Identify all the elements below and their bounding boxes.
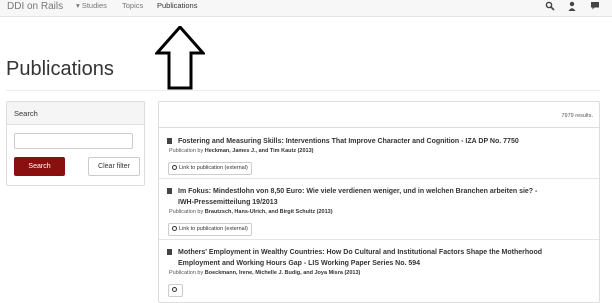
external-link-button[interactable]: Link to publication (external) xyxy=(168,223,252,236)
item-divider xyxy=(159,178,599,179)
link-icon xyxy=(172,165,177,170)
publication-title[interactable]: Mothers' Employment in Wealthy Countries… xyxy=(167,247,592,269)
external-link-button[interactable]: Link to publication (external) xyxy=(168,162,252,175)
document-icon xyxy=(167,188,172,194)
list-item: Mothers' Employment in Wealthy Countries… xyxy=(167,247,592,297)
title-divider xyxy=(6,90,600,91)
search-button[interactable]: Search xyxy=(14,157,65,176)
clear-filter-button[interactable]: Clear filter xyxy=(88,157,140,176)
page-title: Publications xyxy=(6,58,114,80)
publication-authors: Publication by Brautzsch, Hans-Ulrich, a… xyxy=(169,209,333,215)
search-input[interactable] xyxy=(14,133,133,149)
brand-link[interactable]: DDI on Rails xyxy=(7,0,63,13)
top-navbar: DDI on Rails ▾ Studies Topics Publicatio… xyxy=(0,0,612,17)
link-icon xyxy=(172,226,177,231)
external-link-button[interactable] xyxy=(168,284,183,297)
document-icon xyxy=(167,249,172,255)
document-icon xyxy=(167,138,172,144)
results-count: 7979 results. xyxy=(561,113,594,119)
publication-title[interactable]: Fostering and Measuring Skills: Interven… xyxy=(167,136,592,147)
publication-authors: Publication by Boeckmann, Irene, Michell… xyxy=(169,270,361,276)
nav-topics[interactable]: Topics xyxy=(122,1,143,11)
user-icon[interactable] xyxy=(567,1,577,11)
item-divider xyxy=(159,239,599,240)
search-panel: Search Search Clear filter xyxy=(6,101,145,186)
publication-authors: Publication by Heckman, James J., and Ti… xyxy=(169,148,314,154)
nav-studies-dropdown[interactable]: ▾ Studies xyxy=(76,1,107,11)
publication-title[interactable]: Im Fokus: Mindestlohn von 8,50 Euro: Wie… xyxy=(167,186,592,208)
search-icon[interactable] xyxy=(545,1,555,11)
results-divider xyxy=(159,127,599,128)
search-panel-heading: Search xyxy=(7,102,144,125)
link-icon xyxy=(172,287,177,292)
list-item: Im Fokus: Mindestlohn von 8,50 Euro: Wie… xyxy=(167,186,592,236)
results-panel: 7979 results. Fostering and Measuring Sk… xyxy=(158,101,600,303)
list-item: Fostering and Measuring Skills: Interven… xyxy=(167,136,592,175)
comment-icon[interactable] xyxy=(590,1,600,11)
nav-publications[interactable]: Publications xyxy=(157,1,197,11)
up-arrow-annotation xyxy=(155,26,205,90)
